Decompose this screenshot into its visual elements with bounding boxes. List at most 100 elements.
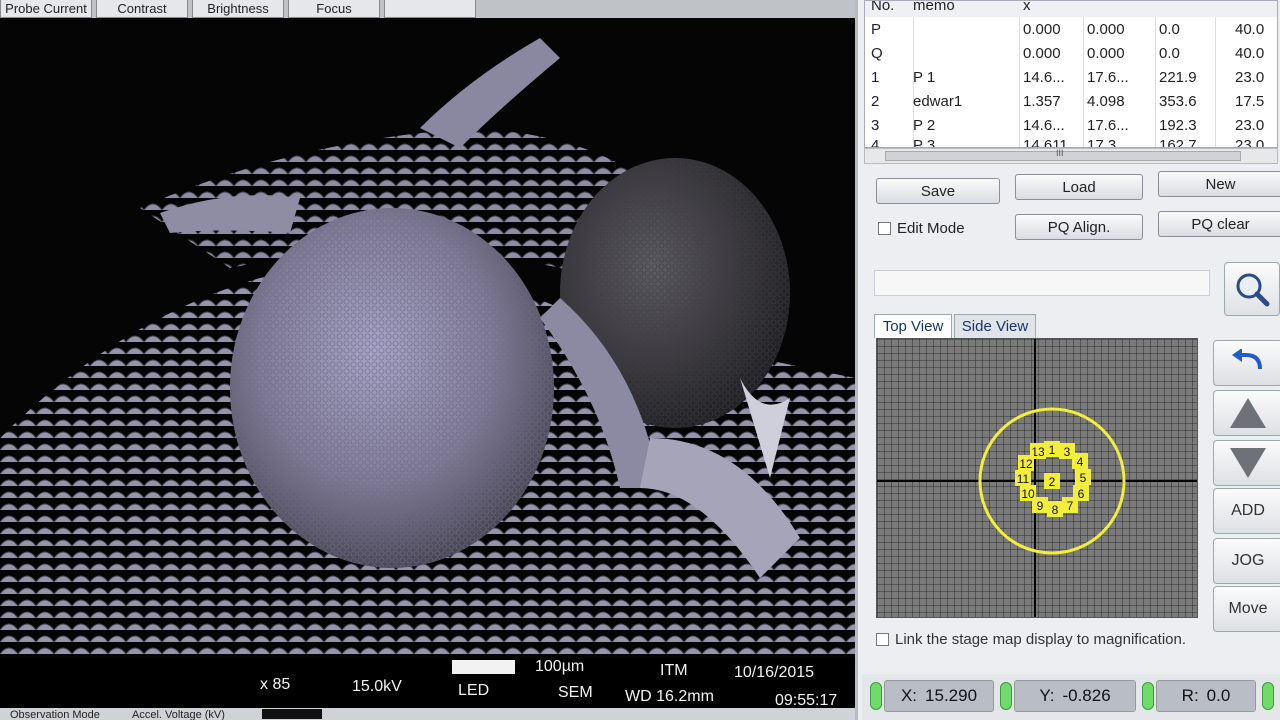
table-row[interactable]: Q 0.000 0.000 0.0 40.0: [865, 43, 1277, 65]
link-stage-option[interactable]: Link the stage map display to magnificat…: [876, 631, 1186, 648]
move-up-button[interactable]: [1213, 390, 1280, 436]
magnification-label: x 85: [260, 676, 291, 693]
stage-marker-label: 8: [1052, 503, 1059, 517]
x-value: 15.290: [925, 686, 978, 705]
tab-extra[interactable]: [384, 0, 476, 18]
triangle-down-icon: [1230, 448, 1266, 478]
stage-marker-label: 7: [1067, 499, 1074, 513]
pq-clear-button[interactable]: PQ clear: [1158, 211, 1280, 237]
tab-contrast[interactable]: Contrast: [96, 0, 188, 18]
cell-t: 40.0: [1235, 45, 1265, 62]
save-button[interactable]: Save: [876, 178, 1000, 204]
sem-control-tabs: Probe Current Contrast Brightness Focus: [0, 0, 855, 18]
y-label: Y:: [1039, 686, 1055, 705]
observation-mode-label: Observation Mode: [10, 709, 100, 720]
zoom-button[interactable]: [1224, 262, 1280, 316]
stage-marker-label: 1: [1049, 443, 1056, 457]
jog-button[interactable]: JOG: [1213, 538, 1280, 584]
header-no: No.: [871, 0, 895, 14]
cell-y: 17.6...: [1087, 117, 1129, 134]
stage-marker-label: 9: [1037, 499, 1044, 513]
cell-no: P: [871, 21, 882, 38]
cell-memo: P 2: [913, 117, 936, 134]
cell-no: 4: [871, 137, 880, 148]
date-label: 10/16/2015: [734, 664, 815, 681]
stage-map[interactable]: 13 1 3 4 5 6 7 8 9 10 11 12 2: [876, 338, 1198, 618]
detector-label: LED: [458, 682, 490, 699]
voltage-label: 15.0kV: [352, 678, 402, 695]
edit-mode-checkbox[interactable]: [878, 222, 891, 235]
stage-marker-label: 4: [1077, 455, 1084, 469]
table-row[interactable]: 1 P 1 14.6... 17.6... 221.9 23.0: [865, 67, 1277, 89]
cell-memo: P 1: [913, 69, 936, 86]
cell-t: 23.0: [1235, 69, 1265, 86]
cell-r: 353.6: [1159, 93, 1197, 110]
stage-marker-label: 6: [1078, 487, 1085, 501]
new-button[interactable]: New: [1158, 171, 1280, 197]
table-row[interactable]: 4 P 3 14.611 17.3 162.7 23.0: [865, 135, 1277, 148]
pq-align-button[interactable]: PQ Align.: [1015, 214, 1143, 240]
tab-focus[interactable]: Focus: [288, 0, 380, 18]
table-header: No. memo x: [865, 0, 1277, 17]
table-row[interactable]: 3 P 2 14.6... 17.6... 192.3 23.0: [865, 115, 1277, 137]
x-coordinate: X: 15.290: [884, 680, 994, 712]
header-x: x: [1023, 0, 1031, 14]
status-led: [1000, 682, 1012, 710]
cell-t: 23.0: [1235, 137, 1265, 148]
stage-marker-label: 11: [1017, 472, 1030, 486]
stage-marker-label: 10: [1021, 487, 1035, 501]
cell-t: 17.5: [1235, 93, 1265, 110]
triangle-up-icon: [1230, 398, 1266, 428]
undo-button[interactable]: [1213, 340, 1280, 386]
voltage-field[interactable]: [262, 709, 322, 719]
accel-voltage-label: Accel. Voltage (kV): [132, 709, 225, 720]
undo-icon: [1232, 349, 1262, 370]
edit-mode-toggle[interactable]: Edit Mode: [878, 220, 965, 237]
stage-name-field[interactable]: [874, 270, 1210, 296]
mode-label: SEM: [558, 684, 593, 701]
y-value: -0.826: [1062, 686, 1111, 705]
table-horizontal-scrollbar[interactable]: III: [864, 148, 1278, 164]
tab-probe-current[interactable]: Probe Current: [0, 0, 92, 18]
cell-t: 23.0: [1235, 117, 1265, 134]
table-row[interactable]: P 0.000 0.000 0.0 40.0: [865, 19, 1277, 41]
header-memo: memo: [913, 0, 955, 14]
sem-micrograph: [0, 18, 855, 658]
move-button[interactable]: Move: [1213, 586, 1280, 632]
cell-memo: P 3: [913, 137, 936, 148]
stage-marker-label: 5: [1080, 471, 1087, 485]
cell-memo: edwar1: [913, 93, 963, 110]
cell-y: 0.000: [1087, 45, 1125, 62]
cell-x: 0.000: [1023, 45, 1061, 62]
move-down-button[interactable]: [1213, 440, 1280, 486]
cell-x: 14.611: [1023, 137, 1068, 148]
r-label: R:: [1181, 686, 1199, 705]
stage-marker-label: 12: [1019, 457, 1033, 471]
link-stage-checkbox[interactable]: [876, 633, 889, 646]
cell-y: 17.6...: [1087, 69, 1129, 86]
stage-map-grid: 13 1 34567891011122: [877, 339, 1197, 617]
position-table: No. memo x P 0.000 0.000 0.0 40.0 Q 0.00…: [864, 0, 1278, 148]
edit-mode-label: Edit Mode: [897, 220, 965, 237]
scroll-grip: III: [1056, 148, 1064, 158]
stage-control-panel: No. memo x P 0.000 0.000 0.0 40.0 Q 0.00…: [855, 0, 1280, 720]
table-row[interactable]: 2 edwar1 1.357 4.098 353.6 17.5: [865, 91, 1277, 113]
tab-top-view[interactable]: Top View: [874, 314, 952, 338]
y-coordinate: Y: -0.826: [1014, 680, 1136, 712]
cell-y: 0.000: [1087, 21, 1125, 38]
tab-side-view[interactable]: Side View: [954, 314, 1036, 338]
load-button[interactable]: Load: [1015, 174, 1143, 200]
cell-x: 1.357: [1023, 93, 1061, 110]
stage-marker-label: 2: [1049, 475, 1056, 489]
coordinate-readout: X: 15.290 Y: -0.826 R: 0.0: [862, 674, 1280, 720]
x-label: X:: [900, 686, 918, 705]
cell-y: 4.098: [1087, 93, 1125, 110]
add-button[interactable]: ADD: [1213, 488, 1280, 534]
sem-info-bar: x 85 15.0kV LED 100µm SEM ITM WD 16.2mm …: [0, 658, 855, 709]
cell-y: 17.3: [1087, 137, 1117, 148]
status-led: [1142, 682, 1154, 710]
cell-x: 0.000: [1023, 21, 1061, 38]
tab-brightness[interactable]: Brightness: [192, 0, 284, 18]
cell-x: 14.6...: [1023, 117, 1065, 134]
scrollbar-thumb[interactable]: III: [885, 148, 1241, 161]
